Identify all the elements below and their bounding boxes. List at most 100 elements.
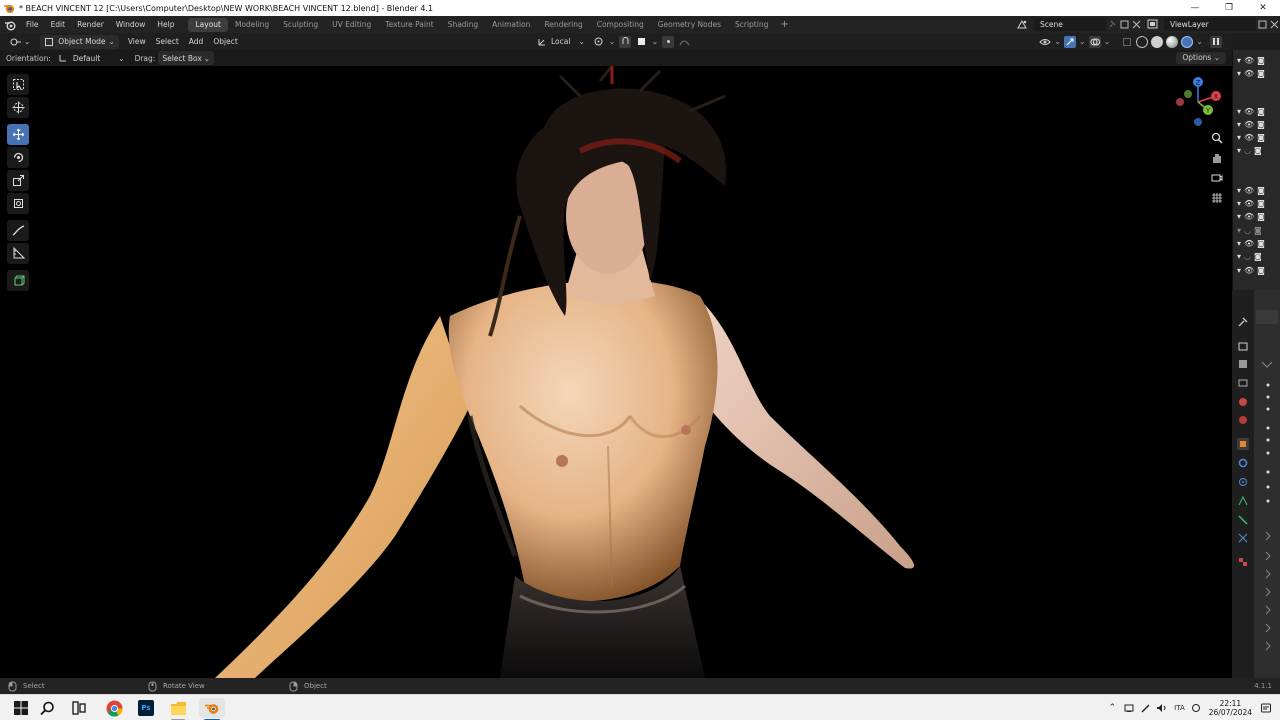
view-layer-properties-icon[interactable] xyxy=(1237,377,1249,389)
properties-panel[interactable] xyxy=(1254,290,1280,678)
gizmo-toggle-icon[interactable] xyxy=(1063,35,1076,48)
material-shading-icon[interactable] xyxy=(1166,35,1179,48)
language-indicator[interactable]: ITA xyxy=(1174,704,1185,712)
pin-icon[interactable] xyxy=(1106,18,1118,30)
mode-dropdown[interactable]: Object Mode ⌄ xyxy=(40,34,119,49)
search-icon[interactable] xyxy=(34,698,60,718)
menu-add[interactable]: Add xyxy=(184,37,209,46)
camera-icon[interactable]: ◙ xyxy=(1257,266,1265,275)
rotate-icon[interactable] xyxy=(7,147,29,168)
notification-icon[interactable] xyxy=(1260,702,1272,714)
camera-icon[interactable]: ◙ xyxy=(1257,69,1265,78)
eye-icon[interactable]: 👁 xyxy=(1244,56,1254,65)
delete-scene-icon[interactable] xyxy=(1130,18,1142,30)
outliner-row[interactable]: ▾ 👁 ◙ xyxy=(1237,67,1279,79)
drag-dropdown[interactable]: Select Box ⌄ xyxy=(158,51,215,65)
eye-closed-icon[interactable]: ◡ xyxy=(1244,226,1251,235)
eye-icon[interactable]: 👁 xyxy=(1244,186,1254,195)
camera-icon[interactable]: ◙ xyxy=(1257,120,1265,129)
particles-properties-icon[interactable] xyxy=(1237,476,1249,488)
camera-icon[interactable]: ◙ xyxy=(1257,56,1265,65)
rendered-shading-icon[interactable] xyxy=(1181,35,1194,48)
tab-texture-paint[interactable]: Texture Paint xyxy=(378,18,440,32)
outliner-row[interactable]: ▾ 👁 ◙ xyxy=(1237,197,1279,209)
eye-icon[interactable]: 👁 xyxy=(1244,199,1254,208)
pan-hand-icon[interactable] xyxy=(1207,148,1227,168)
delete-view-layer-icon[interactable] xyxy=(1268,18,1280,30)
eye-icon[interactable]: 👁 xyxy=(1244,107,1254,116)
camera-icon[interactable]: ◙ xyxy=(1254,146,1262,155)
file-explorer-icon[interactable] xyxy=(165,698,191,718)
proportional-edit-icon[interactable] xyxy=(662,35,675,48)
camera-icon[interactable]: ◙ xyxy=(1257,239,1265,248)
neg-x-axis-handle[interactable] xyxy=(1176,98,1184,106)
volume-icon[interactable] xyxy=(1156,703,1168,713)
texture-properties-icon[interactable] xyxy=(1237,556,1249,568)
new-scene-icon[interactable] xyxy=(1118,18,1130,30)
menu-view[interactable]: View xyxy=(123,37,151,46)
add-workspace-button[interactable]: + xyxy=(775,19,793,30)
blender-menu-icon[interactable] xyxy=(0,16,20,33)
camera-icon[interactable]: ◙ xyxy=(1254,226,1262,235)
wireframe-shading-icon[interactable] xyxy=(1136,35,1149,48)
falloff-icon[interactable] xyxy=(678,36,690,48)
camera-icon[interactable]: ◙ xyxy=(1257,212,1265,221)
neg-z-axis-handle[interactable] xyxy=(1194,118,1202,126)
pen-icon[interactable] xyxy=(1141,703,1151,713)
output-properties-icon[interactable] xyxy=(1237,358,1249,370)
eye-icon[interactable]: 👁 xyxy=(1244,266,1254,275)
world-properties-icon[interactable] xyxy=(1237,414,1249,426)
camera-view-icon[interactable] xyxy=(1207,168,1227,188)
options-dropdown[interactable]: Options ⌄ xyxy=(1176,52,1226,64)
editor-type-dropdown[interactable]: ⌄ xyxy=(6,35,34,49)
scene-field[interactable]: Scene xyxy=(1034,17,1106,31)
physics-properties-icon[interactable] xyxy=(1237,495,1249,507)
measure-icon[interactable] xyxy=(7,243,29,264)
photoshop-icon[interactable]: Ps xyxy=(133,698,159,718)
minimize-button[interactable]: — xyxy=(1178,0,1212,16)
outliner-row[interactable]: ▾ ◡ ◙ xyxy=(1237,224,1279,236)
add-cube-icon[interactable] xyxy=(7,270,29,291)
tool-properties-icon[interactable] xyxy=(1237,316,1249,328)
tab-rendering[interactable]: Rendering xyxy=(537,18,589,32)
tab-uv-editing[interactable]: UV Editing xyxy=(325,18,378,32)
eye-closed-icon[interactable]: ◡ xyxy=(1244,146,1251,155)
orientation-dropdown[interactable]: Default ⌄ xyxy=(54,51,129,65)
scale-icon[interactable] xyxy=(7,170,29,191)
eye-icon[interactable]: 👁 xyxy=(1244,133,1254,142)
outliner-row[interactable]: ▾ 👁 ◙ xyxy=(1237,184,1279,196)
3d-viewport[interactable]: Z X Y xyxy=(0,66,1232,678)
neg-y-axis-handle[interactable] xyxy=(1184,90,1192,98)
transform-orientation-dropdown[interactable]: Local ⌄ xyxy=(533,35,589,49)
eye-icon[interactable]: 👁 xyxy=(1244,239,1254,248)
outliner-row[interactable]: ▾ 👁 ◙ xyxy=(1237,264,1279,276)
new-view-layer-icon[interactable] xyxy=(1256,18,1268,30)
menu-help[interactable]: Help xyxy=(151,20,180,29)
scene-icon[interactable] xyxy=(1016,18,1028,30)
camera-icon[interactable]: ◙ xyxy=(1254,252,1262,261)
outliner-row[interactable]: ▾ 👁 ◙ xyxy=(1237,118,1279,130)
render-properties-icon[interactable] xyxy=(1237,340,1249,352)
outliner-row[interactable]: ▾ 👁 ◙ xyxy=(1237,131,1279,143)
maximize-button[interactable]: ❐ xyxy=(1212,0,1246,16)
snap-target-icon[interactable] xyxy=(635,36,647,48)
navigation-gizmo[interactable]: Z X Y xyxy=(1168,72,1228,132)
modifier-properties-icon[interactable] xyxy=(1237,457,1249,469)
camera-icon[interactable]: ◙ xyxy=(1257,107,1265,116)
outliner-row[interactable]: ▾ ◡ ◙ xyxy=(1237,250,1279,262)
menu-file[interactable]: File xyxy=(20,20,45,29)
tab-animation[interactable]: Animation xyxy=(485,18,537,32)
perspective-toggle-icon[interactable] xyxy=(1207,188,1227,208)
outliner-row[interactable]: ▾ 👁 ◙ xyxy=(1237,210,1279,222)
menu-object[interactable]: Object xyxy=(208,37,242,46)
visibility-icon[interactable] xyxy=(1039,36,1051,48)
task-view-icon[interactable] xyxy=(66,698,92,718)
outliner-row[interactable]: ▾ ◡ ◙ xyxy=(1237,144,1279,156)
constraints-properties-icon[interactable] xyxy=(1237,514,1249,526)
eye-icon[interactable]: 👁 xyxy=(1244,212,1254,221)
chrome-icon[interactable] xyxy=(101,698,127,718)
cursor-icon[interactable] xyxy=(7,97,29,118)
windows-start-icon[interactable] xyxy=(8,698,34,718)
menu-edit[interactable]: Edit xyxy=(45,20,72,29)
zoom-icon[interactable] xyxy=(1207,128,1227,148)
